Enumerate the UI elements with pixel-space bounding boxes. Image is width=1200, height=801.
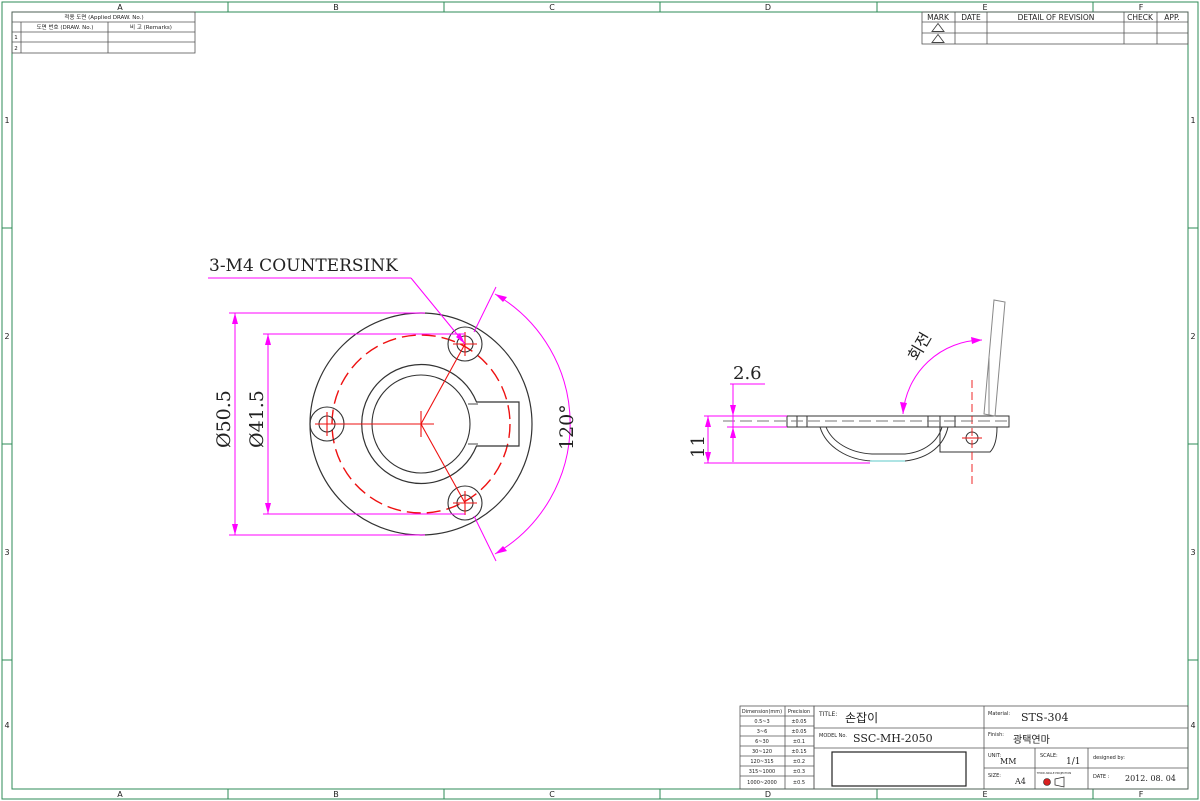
center-marks <box>315 332 477 515</box>
date-label: DATE : <box>1093 774 1110 780</box>
revision-header-app: APP. <box>1164 13 1179 22</box>
drawing-frame <box>1 1 1199 800</box>
tolerance-row-prec: ±0.5 <box>793 780 805 786</box>
material-value: STS-304 <box>1021 711 1069 724</box>
third-angle-projection-icon <box>1043 776 1065 788</box>
zone-right-4: 4 <box>1190 721 1195 730</box>
revision-header-mark: MARK <box>927 13 950 22</box>
drawing-number-box <box>831 751 967 787</box>
zone-bottom-a: A <box>117 790 123 799</box>
scale-value: 1/1 <box>1066 757 1080 767</box>
zone-bottom-e: E <box>982 790 987 799</box>
designed-label: designed by: <box>1093 755 1125 761</box>
tolerance-row-prec: ±0.15 <box>791 749 806 755</box>
date-value: 2012. 08. 04 <box>1125 774 1176 783</box>
projection-label: THIRD ANGLE PROJECTION <box>1037 771 1072 775</box>
unit-value: MM <box>1000 757 1016 766</box>
tolerance-row-dim: 6~30 <box>755 739 769 745</box>
model-label: MODEL No. <box>819 733 847 739</box>
tolerance-row-prec: ±0.05 <box>791 729 806 735</box>
zone-right-2: 2 <box>1190 332 1195 341</box>
zone-top-b: B <box>333 3 339 12</box>
title-value: 손잡이 <box>845 711 878 725</box>
tolerance-row-dim: 1000~2000 <box>747 780 777 786</box>
revision-header-date: DATE <box>961 13 981 22</box>
model-value: SSC-MH-2050 <box>853 732 933 745</box>
tolerance-row-dim: 120~315 <box>750 759 773 765</box>
zone-top-f: F <box>1139 3 1144 12</box>
height-label: 11 <box>688 435 709 458</box>
outer-diameter-label: Ø50.5 <box>213 390 235 448</box>
tolerance-row-prec: ±0.1 <box>793 739 805 745</box>
revision-table: MARK DATE DETAIL OF REVISION CHECK APP. <box>921 11 1189 45</box>
front-view: 3-M4 COUNTERSINK Ø50.5 Ø41.5 120° <box>208 256 578 562</box>
technical-drawing: A B C D E F A B C D E F 1 2 3 4 1 2 3 4 … <box>1 1 1199 800</box>
tolerance-row-dim: 3~6 <box>757 729 768 735</box>
zone-right-1: 1 <box>1190 116 1195 125</box>
tolerance-row-dim: 0.5~3 <box>754 719 769 725</box>
zone-bottom-b: B <box>333 790 339 799</box>
angle-label: 120° <box>556 404 578 450</box>
applied-table-header: 적용 도면 (Applied DRAW. No.) <box>64 13 143 21</box>
zone-bottom-d: D <box>765 790 771 799</box>
tolerance-header-dimension: Dimension(mm) <box>742 709 782 715</box>
zone-top-d: D <box>765 3 771 12</box>
side-view: 2.6 11 회전 <box>688 299 1010 486</box>
thickness-label: 2.6 <box>733 363 762 384</box>
countersink-note: 3-M4 COUNTERSINK <box>209 256 398 276</box>
zone-bottom-c: C <box>549 790 555 799</box>
zone-left-2: 2 <box>4 332 9 341</box>
tolerance-header-precision: Precision <box>788 709 810 715</box>
tolerance-row-dim: 315~1000 <box>749 769 775 775</box>
title-block: TITLE: 손잡이 MODEL No. SSC-MH-2050 Materia… <box>813 705 1189 790</box>
size-value: A4 <box>1014 777 1026 786</box>
finish-label: Finish: <box>988 732 1004 738</box>
revision-header-detail: DETAIL OF REVISION <box>1018 13 1095 22</box>
size-label: SIZE: <box>988 773 1001 779</box>
scale-label: SCALE: <box>1040 753 1058 759</box>
applied-drawing-table: 적용 도면 (Applied DRAW. No.) 도면 번호 (DRAW. N… <box>11 11 196 54</box>
zone-left-3: 3 <box>4 548 9 557</box>
title-label: TITLE: <box>818 711 837 718</box>
zone-left-1: 1 <box>4 116 9 125</box>
zone-right-3: 3 <box>1190 548 1195 557</box>
pitch-diameter-label: Ø41.5 <box>246 390 268 448</box>
handle-rotated <box>983 299 1006 417</box>
tolerance-row-prec: ±0.2 <box>793 759 805 765</box>
zone-top-c: C <box>549 3 555 12</box>
frame-zone-labels: A B C D E F A B C D E F 1 2 3 4 1 2 3 4 <box>4 3 1195 799</box>
tolerance-row-prec: ±0.05 <box>791 719 806 725</box>
tolerance-row-dim: 30~120 <box>752 749 772 755</box>
revision-header-check: CHECK <box>1127 13 1154 22</box>
tolerance-table: Dimension(mm) Precision 0.5~3 ±0.05 3~6 … <box>739 705 815 790</box>
applied-table-col-remarks: 비 고 (Remarks) <box>130 23 172 31</box>
finish-value: 광택연마 <box>1013 734 1050 746</box>
zone-top-a: A <box>117 3 123 12</box>
zone-top-e: E <box>982 3 987 12</box>
rotation-label: 회전 <box>904 329 935 364</box>
applied-table-col-drawno: 도면 번호 (DRAW. No.) <box>37 23 94 31</box>
zone-left-4: 4 <box>4 721 9 730</box>
applied-table-row-2: 2 <box>14 46 18 52</box>
zone-bottom-f: F <box>1139 790 1144 799</box>
applied-table-row-1: 1 <box>14 35 18 41</box>
tolerance-row-prec: ±0.3 <box>793 769 805 775</box>
material-label: Material: <box>988 711 1010 717</box>
